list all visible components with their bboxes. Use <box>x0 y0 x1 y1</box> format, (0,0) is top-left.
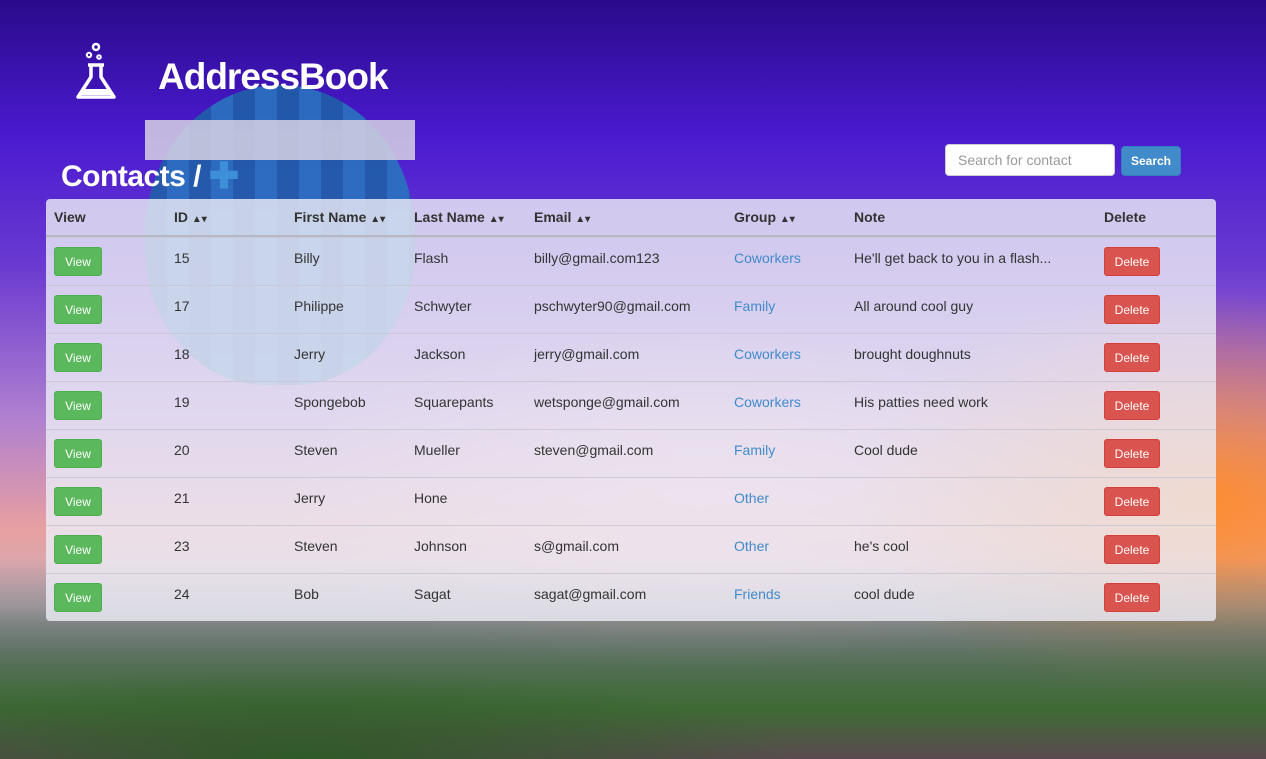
cell-id: 24 <box>174 586 190 602</box>
column-header-last-name[interactable]: Last Name ▲▾ <box>414 209 504 225</box>
table-row: View 19 Spongebob Squarepants wetsponge@gmai… <box>46 381 1216 429</box>
column-header-first-name[interactable]: First Name ▲▾ <box>294 209 385 225</box>
cell-group[interactable]: Coworkers <box>734 394 801 410</box>
table-row: View 21 Jerry Hone Other Delete <box>46 477 1216 525</box>
view-button[interactable]: View <box>54 295 102 324</box>
plus-icon[interactable]: ✚ <box>209 155 239 196</box>
cell-id: 19 <box>174 394 190 410</box>
table-row: View 20 Steven Mueller steven@gmail.com Famil… <box>46 429 1216 477</box>
delete-button[interactable]: Delete <box>1104 439 1160 468</box>
delete-button[interactable]: Delete <box>1104 487 1160 516</box>
sort-icon[interactable]: ▲▾ <box>370 214 385 225</box>
cell-note: All around cool guy <box>854 298 974 314</box>
cell-first: Philippe <box>294 298 344 314</box>
cell-note: He'll get back to you in a flash... <box>854 250 1052 266</box>
cell-first: Spongebob <box>294 394 366 410</box>
contacts-table: View ID ▲▾ First Name ▲▾ Last Name ▲▾ Email … <box>46 199 1216 621</box>
cell-last: Mueller <box>414 442 460 458</box>
cell-group[interactable]: Family <box>734 442 775 458</box>
table-row: View 23 Steven Johnson s@gmail.com Other he's … <box>46 525 1216 573</box>
view-button[interactable]: View <box>54 391 102 420</box>
search-input[interactable] <box>945 144 1115 176</box>
table-header: View ID ▲▾ First Name ▲▾ Last Name ▲▾ Email … <box>46 199 1216 237</box>
cell-last: Johnson <box>414 538 467 554</box>
cell-group[interactable]: Coworkers <box>734 346 801 362</box>
cell-group[interactable]: Other <box>734 490 769 506</box>
flask-icon <box>76 42 116 99</box>
cell-last: Hone <box>414 490 448 506</box>
cell-email: s@gmail.com <box>534 538 620 554</box>
column-header-delete: Delete <box>1104 209 1147 225</box>
delete-button[interactable]: Delete <box>1104 391 1160 420</box>
page-title: Contacts / ✚ <box>61 155 239 196</box>
cell-first: Jerry <box>294 490 326 506</box>
cell-first: Steven <box>294 538 338 554</box>
cell-note: Cool dude <box>854 442 918 458</box>
view-button[interactable]: View <box>54 535 102 564</box>
column-header-view: View <box>54 209 86 225</box>
cell-email: billy@gmail.com123 <box>534 250 660 266</box>
cell-group[interactable]: Other <box>734 538 769 554</box>
table-row: View 24 Bob Sagat sagat@gmail.com Friends cool… <box>46 573 1216 621</box>
cell-last: Flash <box>414 250 449 266</box>
cell-id: 15 <box>174 250 190 266</box>
delete-button[interactable]: Delete <box>1104 583 1160 612</box>
cell-email: pschwyter90@gmail.com <box>534 298 691 314</box>
cell-id: 20 <box>174 442 190 458</box>
cell-id: 23 <box>174 538 190 554</box>
cell-email: sagat@gmail.com <box>534 586 647 602</box>
sort-icon[interactable]: ▲▾ <box>192 214 207 225</box>
table-row: View 15 Billy Flash billy@gmail.com123 Cowork… <box>46 237 1216 285</box>
cell-email: jerry@gmail.com <box>534 346 640 362</box>
app-name: AddressBook <box>158 56 389 97</box>
cell-group[interactable]: Coworkers <box>734 250 801 266</box>
cell-last: Schwyter <box>414 298 472 314</box>
delete-button[interactable]: Delete <box>1104 535 1160 564</box>
cell-note: His patties need work <box>854 394 988 410</box>
cell-group[interactable]: Friends <box>734 586 781 602</box>
cell-last: Squarepants <box>414 394 494 410</box>
cell-note: cool dude <box>854 586 915 602</box>
cell-note: he's cool <box>854 538 909 554</box>
cell-group[interactable]: Family <box>734 298 775 314</box>
delete-button[interactable]: Delete <box>1104 247 1160 276</box>
search-button[interactable]: Search <box>1121 146 1181 176</box>
table-row: View 18 Jerry Jackson jerry@gmail.com Coworke… <box>46 333 1216 381</box>
delete-button[interactable]: Delete <box>1104 295 1160 324</box>
cell-last: Jackson <box>414 346 466 362</box>
cell-note: brought doughnuts <box>854 346 971 362</box>
table-row: View 17 Philippe Schwyter pschwyter90@gmail.… <box>46 285 1216 333</box>
cell-email: steven@gmail.com <box>534 442 654 458</box>
cell-first: Billy <box>294 250 320 266</box>
view-button[interactable]: View <box>54 583 102 612</box>
cell-first: Steven <box>294 442 338 458</box>
sort-icon[interactable]: ▲▾ <box>780 214 795 225</box>
column-header-note: Note <box>854 209 886 225</box>
cell-id: 18 <box>174 346 190 362</box>
view-button[interactable]: View <box>54 247 102 276</box>
column-header-id[interactable]: ID ▲▾ <box>174 209 207 225</box>
column-header-email[interactable]: Email ▲▾ <box>534 209 590 225</box>
cell-first: Jerry <box>294 346 326 362</box>
sort-icon[interactable]: ▲▾ <box>489 214 504 225</box>
column-header-group[interactable]: Group ▲▾ <box>734 209 795 225</box>
view-button[interactable]: View <box>54 343 102 372</box>
cell-last: Sagat <box>414 586 451 602</box>
sort-icon[interactable]: ▲▾ <box>575 214 590 225</box>
cell-id: 21 <box>174 490 190 506</box>
view-button[interactable]: View <box>54 487 102 516</box>
cell-email: wetsponge@gmail.com <box>534 394 680 410</box>
view-button[interactable]: View <box>54 439 102 468</box>
delete-button[interactable]: Delete <box>1104 343 1160 372</box>
cell-first: Bob <box>294 586 319 602</box>
cell-id: 17 <box>174 298 190 314</box>
